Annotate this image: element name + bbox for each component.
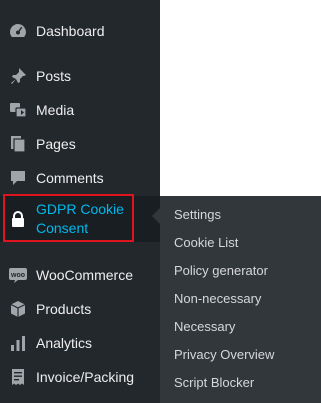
admin-sidebar: Dashboard Posts Media Pages Comments GDP…	[0, 0, 160, 403]
menu-item-dashboard[interactable]: Dashboard	[0, 14, 160, 48]
submenu-item-settings[interactable]: Settings	[174, 203, 221, 227]
pages-icon	[8, 134, 28, 154]
submenu-item-privacy-overview[interactable]: Privacy Overview	[174, 343, 274, 367]
submenu-item-policy-generator[interactable]: Policy generator	[174, 259, 268, 283]
bar-chart-icon	[8, 333, 28, 353]
menu-item-media[interactable]: Media	[0, 93, 160, 127]
dashboard-icon	[8, 21, 28, 41]
menu-label-posts: Posts	[36, 68, 72, 84]
menu-item-analytics[interactable]: Analytics	[0, 326, 160, 360]
menu-label-dashboard: Dashboard	[36, 23, 105, 39]
menu-label-media: Media	[36, 102, 75, 118]
media-icon	[8, 100, 28, 120]
submenu-item-non-necessary[interactable]: Non-necessary	[174, 287, 261, 311]
submenu-pointer-arrow	[152, 208, 160, 224]
invoice-icon	[8, 367, 28, 387]
pushpin-icon	[8, 66, 28, 86]
menu-label-gdpr: GDPR Cookie Consent	[36, 201, 124, 236]
menu-label-woocommerce: WooCommerce	[36, 267, 133, 283]
menu-item-gdpr-cookie-consent[interactable]: GDPR Cookie Consent	[0, 196, 160, 242]
menu-label-comments: Comments	[36, 170, 104, 186]
submenu-item-script-blocker[interactable]: Script Blocker	[174, 371, 254, 395]
menu-label-pages: Pages	[36, 136, 76, 152]
menu-item-comments[interactable]: Comments	[0, 161, 160, 195]
menu-item-posts[interactable]: Posts	[0, 59, 160, 93]
gdpr-submenu: Settings Cookie List Policy generator No…	[160, 196, 321, 403]
box-icon	[8, 299, 28, 319]
woo-icon: woo	[8, 265, 28, 285]
svg-text:woo: woo	[10, 272, 25, 279]
lock-icon	[8, 209, 28, 229]
menu-item-pages[interactable]: Pages	[0, 127, 160, 161]
menu-item-woocommerce[interactable]: woo WooCommerce	[0, 258, 160, 292]
menu-item-products[interactable]: Products	[0, 292, 160, 326]
menu-label-invoice: Invoice/Packing	[36, 369, 135, 385]
submenu-item-cookie-list[interactable]: Cookie List	[174, 231, 238, 255]
comment-icon	[8, 168, 28, 188]
menu-label-analytics: Analytics	[36, 335, 93, 351]
submenu-item-necessary[interactable]: Necessary	[174, 315, 235, 339]
menu-label-products: Products	[36, 301, 92, 317]
menu-item-invoice-packing[interactable]: Invoice/Packing	[0, 360, 160, 394]
